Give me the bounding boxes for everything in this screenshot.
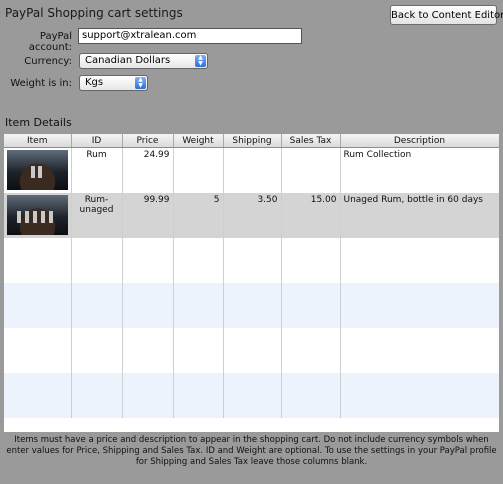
table-row[interactable]: [4, 372, 499, 418]
footer-instructions: Items must have a price and description …: [6, 435, 497, 467]
item-description-cell[interactable]: Unaged Rum, bottle in 60 days: [340, 192, 499, 238]
item-description-cell[interactable]: Rum Collection: [340, 147, 499, 193]
table-row[interactable]: Rum 24.99 Rum Collection: [4, 147, 499, 193]
item-sales-tax-cell[interactable]: [281, 147, 341, 193]
paypal-account-input[interactable]: support@xtralean.com: [78, 28, 302, 44]
item-weight-cell[interactable]: [173, 147, 224, 193]
column-header-sales-tax[interactable]: Sales Tax: [281, 134, 341, 148]
column-header-item[interactable]: Item: [4, 134, 72, 148]
currency-label: Currency:: [24, 56, 72, 67]
column-header-id[interactable]: ID: [71, 134, 123, 148]
up-down-arrows-icon: ▲ ▼: [135, 77, 146, 89]
table-row[interactable]: Rum-unaged 99.99 5 3.50 15.00 Unaged Rum…: [4, 192, 499, 238]
page-title: PayPal Shopping cart settings: [5, 6, 183, 20]
column-header-weight[interactable]: Weight: [173, 134, 224, 148]
column-header-shipping[interactable]: Shipping: [223, 134, 282, 148]
back-to-content-editor-button[interactable]: Back to Content Editor: [390, 5, 503, 25]
currency-select-value: Canadian Dollars: [85, 55, 171, 66]
item-id-cell[interactable]: Rum: [71, 147, 123, 193]
column-header-description[interactable]: Description: [340, 134, 499, 148]
table-row[interactable]: [4, 282, 499, 328]
rum-bottles-photo: [7, 150, 68, 190]
item-id-cell[interactable]: Rum-unaged: [71, 192, 123, 238]
item-image-cell[interactable]: [4, 147, 72, 193]
column-header-price[interactable]: Price: [122, 134, 174, 148]
weight-unit-label: Weight is in:: [10, 78, 72, 89]
item-shipping-cell[interactable]: [223, 147, 282, 193]
item-price-cell[interactable]: 99.99: [122, 192, 174, 238]
item-price-cell[interactable]: 24.99: [122, 147, 174, 193]
item-weight-cell[interactable]: 5: [173, 192, 224, 238]
table-header-row: Item ID Price Weight Shipping Sales Tax …: [4, 134, 499, 148]
item-shipping-cell[interactable]: 3.50: [223, 192, 282, 238]
paypal-account-label: PayPal account:: [28, 31, 72, 53]
item-details-table: Item ID Price Weight Shipping Sales Tax …: [4, 134, 499, 432]
item-image-cell[interactable]: [4, 192, 72, 238]
item-details-heading: Item Details: [5, 116, 72, 129]
table-row[interactable]: [4, 237, 499, 283]
item-sales-tax-cell[interactable]: 15.00: [281, 192, 341, 238]
currency-select[interactable]: Canadian Dollars ▲ ▼: [79, 53, 208, 69]
weight-unit-select-value: Kgs: [85, 77, 104, 88]
table-row[interactable]: [4, 327, 499, 373]
rum-bottles-photo: [7, 194, 68, 235]
up-down-arrows-icon: ▲ ▼: [195, 55, 206, 67]
weight-unit-select[interactable]: Kgs ▲ ▼: [79, 75, 148, 91]
